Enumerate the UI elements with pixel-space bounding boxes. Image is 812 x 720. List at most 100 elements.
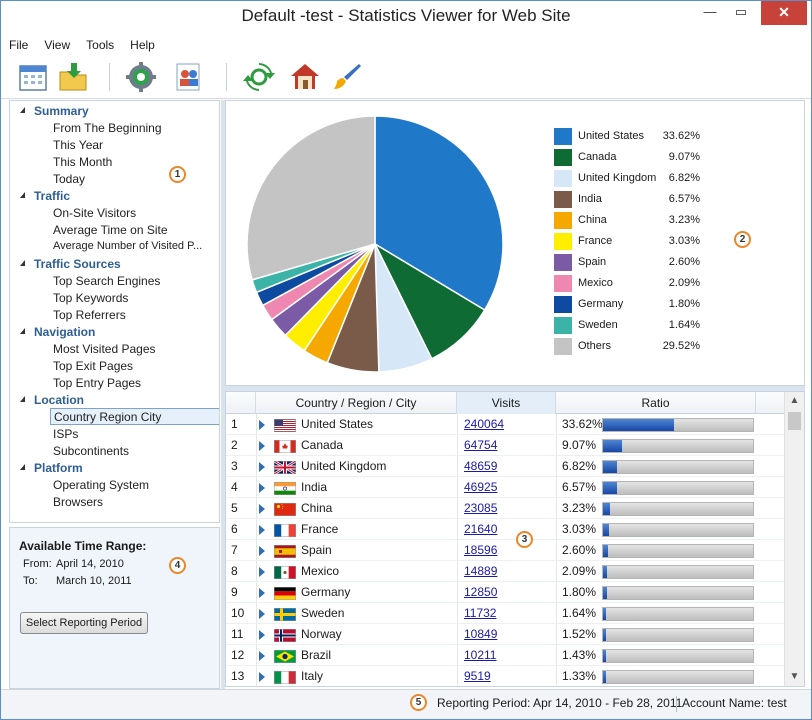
expand-arrow-icon[interactable] bbox=[259, 666, 267, 686]
visits-link[interactable]: 21640 bbox=[464, 519, 497, 540]
menu-tools[interactable]: Tools bbox=[78, 34, 122, 52]
nav-item-top-entry-pages[interactable]: Top Entry Pages bbox=[53, 376, 141, 390]
visits-link[interactable]: 18596 bbox=[464, 540, 497, 561]
expand-arrow-icon[interactable] bbox=[259, 414, 267, 435]
ratio-value: 2.60% bbox=[562, 543, 597, 557]
table-row[interactable]: 11 Norway 10849 1.52% bbox=[226, 624, 784, 645]
table-row[interactable]: 10 Sweden 11732 1.64% bbox=[226, 603, 784, 624]
table-row[interactable]: 2 Canada 64754 9.07% bbox=[226, 435, 784, 456]
nav-item-top-referrers[interactable]: Top Referrers bbox=[53, 308, 126, 322]
collapse-icon[interactable] bbox=[20, 260, 25, 266]
table-row[interactable]: 1 United States 240064 33.62% bbox=[226, 414, 784, 435]
menu-file[interactable]: File bbox=[1, 34, 36, 52]
ratio-value: 1.52% bbox=[562, 627, 597, 641]
users-icon[interactable] bbox=[173, 61, 205, 93]
nav-item-operating-system[interactable]: Operating System bbox=[53, 478, 149, 492]
brush-icon[interactable] bbox=[331, 61, 363, 93]
maximize-button[interactable]: ▭ bbox=[727, 1, 755, 25]
table-row[interactable]: 5 China 23085 3.23% bbox=[226, 498, 784, 519]
nav-item-country-region-city[interactable]: Country Region City bbox=[50, 408, 219, 425]
visits-link[interactable]: 9519 bbox=[464, 666, 491, 686]
close-button[interactable]: ✕ bbox=[761, 1, 807, 25]
expand-arrow-icon[interactable] bbox=[259, 519, 267, 540]
legend-percent: 1.80% bbox=[668, 298, 700, 310]
calendar-icon[interactable] bbox=[17, 61, 49, 93]
collapse-icon[interactable] bbox=[20, 396, 25, 402]
expand-arrow-icon[interactable] bbox=[259, 540, 267, 561]
nav-item-top-exit-pages[interactable]: Top Exit Pages bbox=[53, 359, 133, 373]
expand-arrow-icon[interactable] bbox=[259, 477, 267, 498]
import-icon[interactable] bbox=[57, 61, 89, 93]
visits-link[interactable]: 12850 bbox=[464, 582, 497, 603]
select-reporting-period-button[interactable]: Select Reporting Period bbox=[20, 612, 148, 634]
nav-item-most-visited-pages[interactable]: Most Visited Pages bbox=[53, 342, 156, 356]
table-row[interactable]: 6 France 21640 3.03% bbox=[226, 519, 784, 540]
nav-item-top-search-engines[interactable]: Top Search Engines bbox=[53, 274, 160, 288]
menu-view[interactable]: View bbox=[36, 34, 78, 52]
status-account-name: Account Name: test bbox=[682, 696, 787, 710]
expand-arrow-icon[interactable] bbox=[259, 498, 267, 519]
visits-link[interactable]: 48659 bbox=[464, 456, 497, 477]
nav-item-this-month[interactable]: This Month bbox=[53, 155, 112, 169]
expand-arrow-icon[interactable] bbox=[259, 603, 267, 624]
ratio-bar bbox=[602, 544, 754, 558]
collapse-icon[interactable] bbox=[20, 192, 25, 198]
collapse-icon[interactable] bbox=[20, 107, 25, 113]
expand-arrow-icon[interactable] bbox=[259, 435, 267, 456]
vertical-scrollbar[interactable]: ▲ ▼ bbox=[784, 392, 804, 686]
expand-arrow-icon[interactable] bbox=[259, 645, 267, 666]
legend-percent: 9.07% bbox=[668, 151, 700, 163]
table-row[interactable]: 3 United Kingdom 48659 6.82% bbox=[226, 456, 784, 477]
menu-help[interactable]: Help bbox=[122, 34, 163, 52]
home-icon[interactable] bbox=[289, 61, 321, 93]
nav-item-isps[interactable]: ISPs bbox=[53, 427, 78, 441]
scroll-thumb[interactable] bbox=[788, 412, 801, 430]
refresh-icon[interactable] bbox=[243, 61, 275, 93]
table-row[interactable]: 4 India 46925 6.57% bbox=[226, 477, 784, 498]
table-row[interactable]: 9 Germany 12850 1.80% bbox=[226, 582, 784, 603]
ratio-bar-fill bbox=[603, 419, 674, 431]
row-number: 3 bbox=[231, 459, 238, 473]
table-row[interactable]: 13 Italy 9519 1.33% bbox=[226, 666, 784, 686]
nav-item-this-year[interactable]: This Year bbox=[53, 138, 103, 152]
visits-link[interactable]: 23085 bbox=[464, 498, 497, 519]
visits-link[interactable]: 64754 bbox=[464, 435, 497, 456]
table-row[interactable]: 8 Mexico 14889 2.09% bbox=[226, 561, 784, 582]
header-ratio[interactable]: Ratio bbox=[556, 392, 756, 414]
table-row[interactable]: 12 Brazil 10211 1.43% bbox=[226, 645, 784, 666]
header-visits[interactable]: Visits bbox=[457, 392, 556, 414]
scroll-up-icon[interactable]: ▲ bbox=[785, 392, 804, 410]
settings-icon[interactable] bbox=[125, 61, 157, 93]
nav-item-from-the-beginning[interactable]: From The Beginning bbox=[53, 121, 162, 135]
table-row[interactable]: 7 Spain 18596 2.60% bbox=[226, 540, 784, 561]
visits-link[interactable]: 240064 bbox=[464, 414, 504, 435]
nav-item-today[interactable]: Today bbox=[53, 172, 85, 186]
legend-swatch bbox=[554, 296, 572, 313]
visits-link[interactable]: 11732 bbox=[464, 603, 496, 624]
legend-entry: India 6.57% bbox=[554, 191, 714, 209]
legend-label: France bbox=[578, 235, 613, 247]
nav-item-browsers[interactable]: Browsers bbox=[53, 495, 103, 509]
visits-link[interactable]: 10211 bbox=[464, 645, 496, 666]
header-country[interactable]: Country / Region / City bbox=[256, 392, 457, 414]
visits-link[interactable]: 10849 bbox=[464, 624, 497, 645]
nav-item-average-time-on-site[interactable]: Average Time on Site bbox=[53, 223, 168, 237]
time-range-heading: Available Time Range: bbox=[19, 539, 147, 553]
collapse-icon[interactable] bbox=[20, 464, 25, 470]
expand-arrow-icon[interactable] bbox=[259, 582, 267, 603]
nav-item-average-visited-pages[interactable]: Average Number of Visited P... bbox=[53, 240, 202, 252]
expand-arrow-icon[interactable] bbox=[259, 456, 267, 477]
minimize-button[interactable]: — bbox=[694, 1, 726, 25]
nav-item-on-site-visitors[interactable]: On-Site Visitors bbox=[53, 206, 136, 220]
collapse-icon[interactable] bbox=[20, 328, 25, 334]
scroll-down-icon[interactable]: ▼ bbox=[785, 668, 804, 686]
expand-arrow-icon[interactable] bbox=[259, 624, 267, 645]
ratio-value: 3.03% bbox=[562, 522, 597, 536]
visits-link[interactable]: 46925 bbox=[464, 477, 497, 498]
country-name: China bbox=[301, 501, 333, 515]
visits-link[interactable]: 14889 bbox=[464, 561, 497, 582]
nav-item-subcontinents[interactable]: Subcontinents bbox=[53, 444, 129, 458]
expand-arrow-icon[interactable] bbox=[259, 561, 267, 582]
nav-item-top-keywords[interactable]: Top Keywords bbox=[53, 291, 128, 305]
ratio-value: 6.82% bbox=[562, 459, 597, 473]
